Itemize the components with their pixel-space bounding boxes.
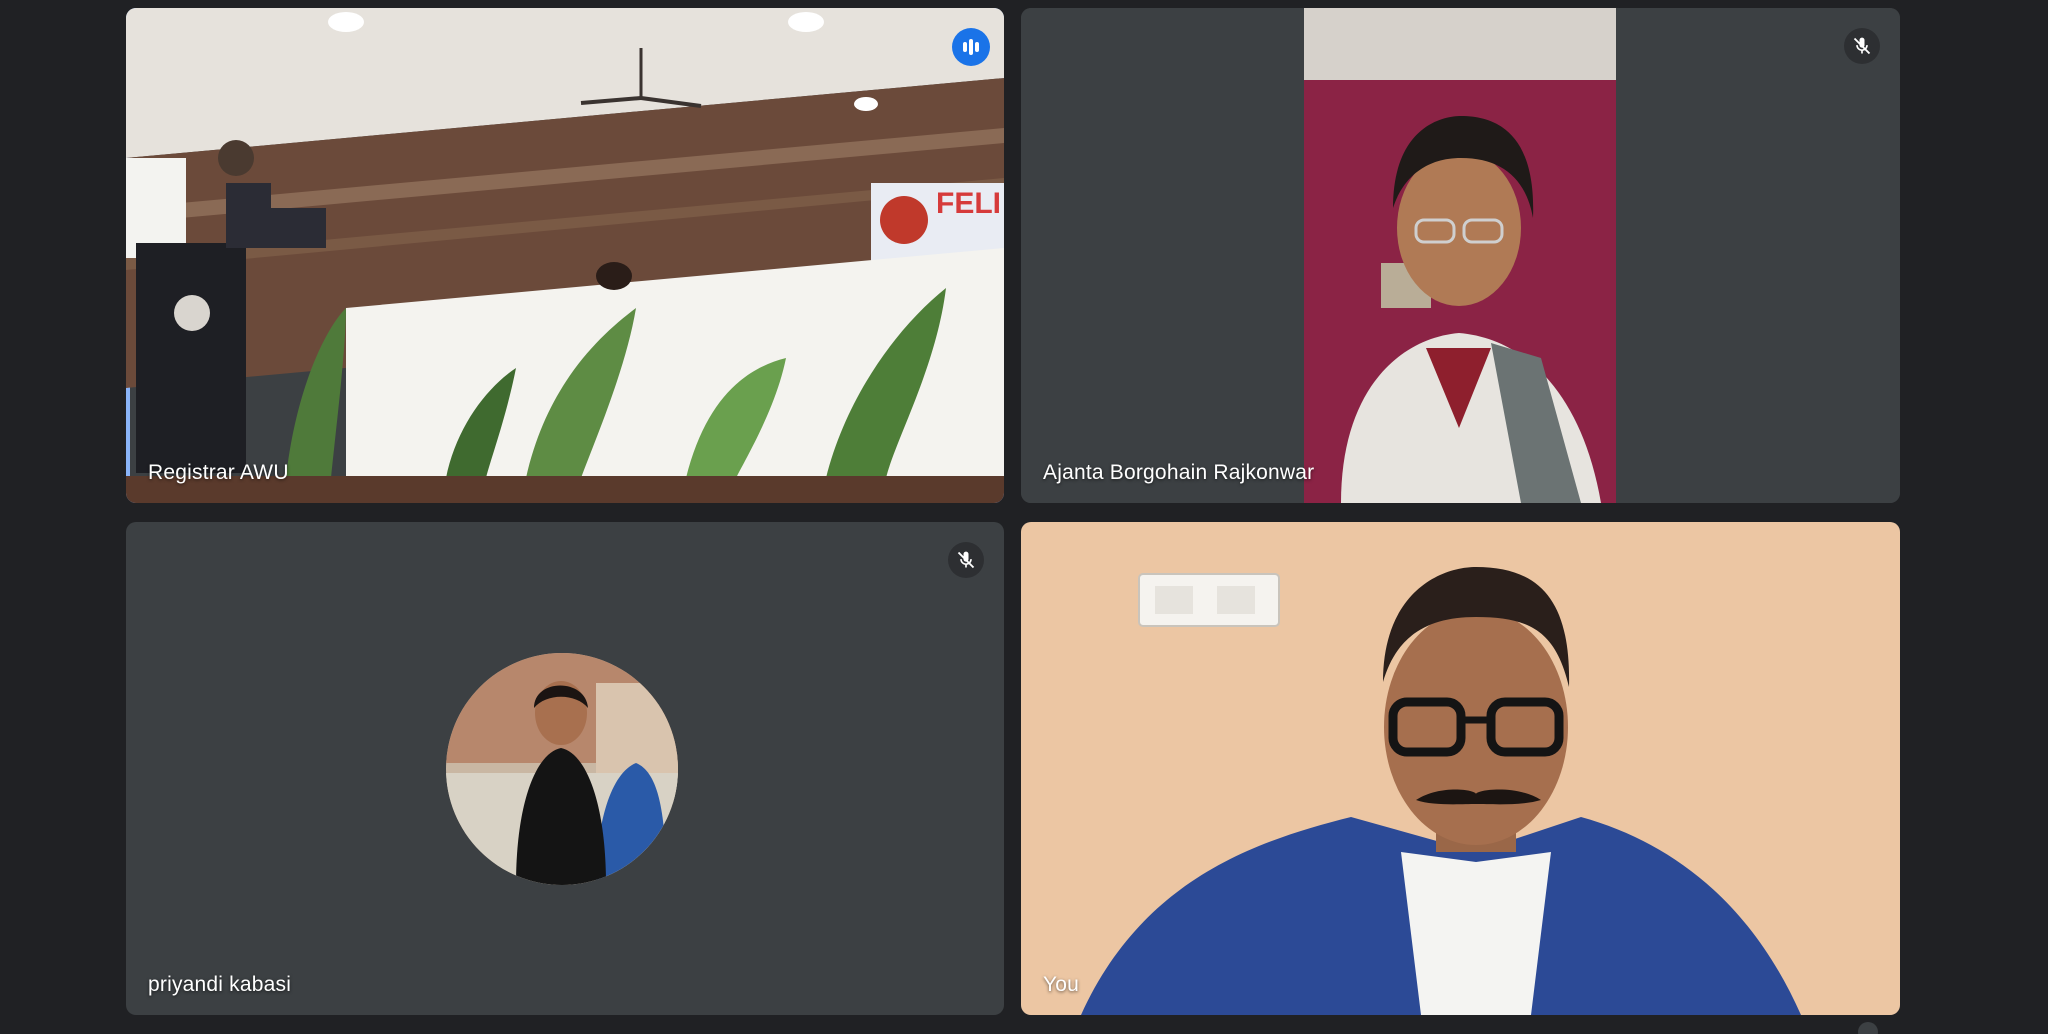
overflow-indicator	[1858, 1022, 1878, 1034]
mic-off-icon	[1853, 37, 1871, 55]
participant-name: priyandi kabasi	[148, 973, 292, 996]
participant-name: You	[1043, 973, 1080, 996]
mute-indicator	[948, 542, 984, 578]
participant-tile-ajanta[interactable]: Ajanta Borgohain Rajkonwar	[1021, 8, 1900, 503]
video-feed-registrar: FELI	[126, 8, 1004, 503]
participant-tile-self[interactable]: You	[1021, 522, 1900, 1015]
participant-name: Registrar AWU	[148, 461, 289, 484]
audio-level-icon	[963, 39, 979, 55]
avatar-photo	[446, 653, 678, 885]
video-feed-ajanta	[1021, 8, 1900, 503]
mic-off-icon	[957, 551, 975, 569]
participant-tile-priyandi[interactable]: priyandi kabasi	[126, 522, 1004, 1015]
mute-indicator	[1844, 28, 1880, 64]
participant-name: Ajanta Borgohain Rajkonwar	[1043, 461, 1315, 484]
participant-tile-registrar[interactable]: FELI Registrar AWU	[126, 8, 1004, 503]
participant-avatar	[446, 653, 678, 885]
video-feed-self	[1021, 522, 1900, 1015]
meeting-stage: FELI Registrar AWU Ajanta Borgohain Rajk…	[0, 0, 2048, 1034]
svg-text:FELI: FELI	[936, 187, 1001, 220]
speaking-indicator	[952, 28, 990, 66]
